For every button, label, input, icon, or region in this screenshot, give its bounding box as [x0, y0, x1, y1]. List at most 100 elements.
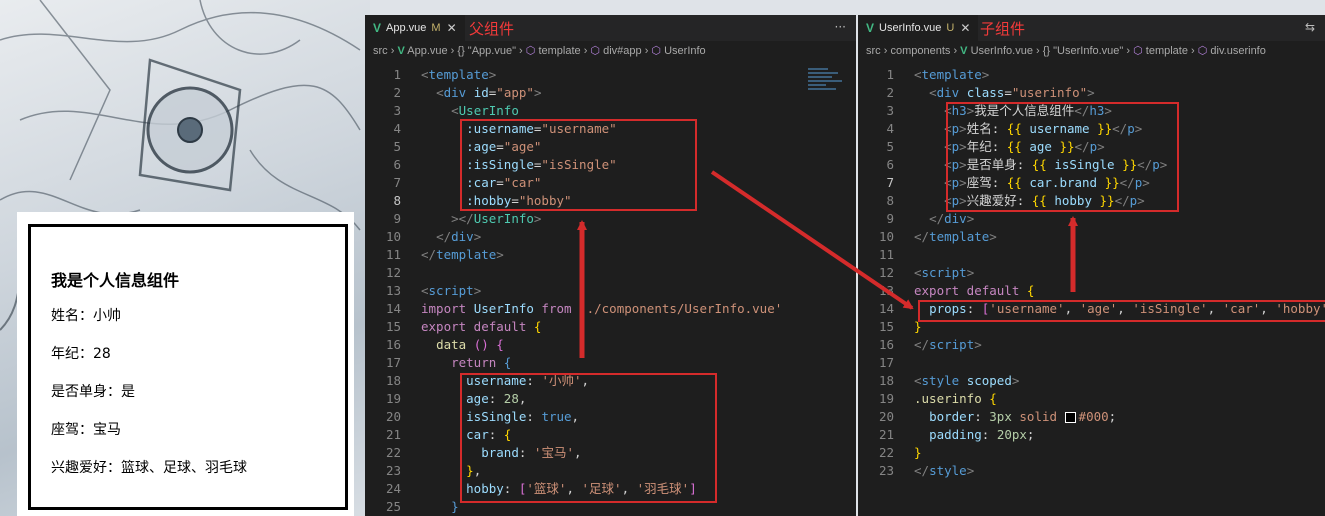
code-line[interactable]: 3 <h3>我是个人信息组件</h3> [858, 102, 1325, 120]
code-token: : [503, 481, 519, 496]
code-line[interactable]: 21 padding: 20px; [858, 426, 1325, 444]
breadcrumb-item[interactable]: src [866, 45, 881, 57]
code-token: < [914, 373, 922, 388]
code-line[interactable]: 4 <p>姓名: {{ username }}</p> [858, 120, 1325, 138]
breadcrumb-item[interactable]: App.vue [407, 45, 447, 57]
breadcrumb-item[interactable]: template [538, 45, 580, 57]
code-line[interactable]: 7 :car="car" [365, 174, 856, 192]
code-line[interactable]: 11 [858, 246, 1325, 264]
code-line[interactable]: 8 :hobby="hobby" [365, 192, 856, 210]
code-line[interactable]: 14 props: ['username', 'age', 'isSingle'… [858, 300, 1325, 318]
tab-label: UserInfo.vue [879, 22, 942, 34]
code-line[interactable]: 25 } [365, 498, 856, 516]
parent-component-annotation: 父组件 [469, 20, 515, 38]
code-line[interactable]: 6 :isSingle="isSingle" [365, 156, 856, 174]
code-token: </ [1112, 121, 1128, 136]
code-line[interactable]: 4 :username="username" [365, 120, 856, 138]
code-line[interactable]: 20 border: 3px solid #000; [858, 408, 1325, 426]
breadcrumb-item[interactable]: UserInfo [664, 45, 706, 57]
line-number: 9 [886, 211, 894, 226]
breadcrumb-item[interactable]: components [890, 45, 950, 57]
code-line[interactable]: 20 isSingle: true, [365, 408, 856, 426]
code-token: import [421, 301, 474, 316]
minimap[interactable] [808, 66, 848, 126]
breadcrumb-item[interactable]: {} "App.vue" [457, 45, 516, 57]
code-line[interactable]: 3 <UserInfo [365, 102, 856, 120]
line-number: 18 [878, 373, 894, 388]
code-line[interactable]: 9 </div> [858, 210, 1325, 228]
code-line[interactable]: 15} [858, 318, 1325, 336]
tab-userinfo-vue[interactable]: V UserInfo.vue U ✕ [858, 15, 979, 41]
code-line[interactable]: 15 export default { [365, 318, 856, 336]
code-line[interactable]: 12 [365, 264, 856, 282]
code-line[interactable]: 18 <style scoped> [858, 372, 1325, 390]
tab-app-vue[interactable]: V App.vue M ✕ [365, 15, 465, 41]
code-token: hobby [1054, 193, 1092, 208]
code-line[interactable]: 2 <div class="userinfo"> [858, 84, 1325, 102]
code-token: 年纪: [966, 139, 1007, 154]
code-token: : [526, 409, 542, 424]
code-line[interactable]: 23 </style> [858, 462, 1325, 480]
code-token: , [1207, 301, 1223, 316]
code-token: : [488, 391, 504, 406]
more-actions-icon[interactable]: ··· [835, 20, 846, 34]
code-line[interactable]: 22} [858, 444, 1325, 462]
breadcrumb-item[interactable]: div#app [603, 45, 642, 57]
breadcrumb-item[interactable]: {} "UserInfo.vue" [1043, 45, 1124, 57]
code-line[interactable]: 22 brand: '宝马', [365, 444, 856, 462]
code-token: > [1087, 85, 1095, 100]
code-token: = [1004, 85, 1012, 100]
code-line[interactable]: 7 <p>座驾: {{ car.brand }}</p> [858, 174, 1325, 192]
breadcrumb-item[interactable]: div.userinfo [1210, 45, 1265, 57]
code-line[interactable]: 6 <p>是否单身: {{ isSingle }}</p> [858, 156, 1325, 174]
code-line[interactable]: 17 [858, 354, 1325, 372]
code-line[interactable]: 19 .userinfo { [858, 390, 1325, 408]
code-line[interactable]: 16 </script> [858, 336, 1325, 354]
editor-pane-app-vue[interactable]: V App.vue M ✕ 父组件 ··· src › V App.vue › … [365, 15, 856, 516]
breadcrumb-item[interactable]: template [1146, 45, 1188, 57]
editor-pane-userinfo-vue[interactable]: V UserInfo.vue U ✕ 子组件 ⇆ src › component… [858, 15, 1325, 516]
code-line[interactable]: 10 </template> [858, 228, 1325, 246]
code-token: < [451, 103, 459, 118]
code-editor[interactable]: 1 <template> 2 <div id="app"> 3 <UserInfo 4 … [365, 66, 856, 516]
code-line[interactable]: 5 <p>年纪: {{ age }}</p> [858, 138, 1325, 156]
code-token: "car" [503, 175, 542, 190]
code-line[interactable]: 16 data () { [365, 336, 856, 354]
close-icon[interactable]: ✕ [960, 21, 970, 35]
code-line[interactable]: 24 hobby: ['篮球', '足球', '羽毛球'] [365, 480, 856, 498]
code-token: > [966, 265, 975, 280]
code-token: </ [1074, 139, 1090, 154]
breadcrumb-item[interactable]: src [373, 45, 388, 57]
code-line[interactable]: 11 </template> [365, 246, 856, 264]
line-number: 23 [878, 463, 894, 478]
code-line[interactable]: 17 return { [365, 354, 856, 372]
code-line[interactable]: 13 export default { [858, 282, 1325, 300]
code-line[interactable]: 21 car: { [365, 426, 856, 444]
preview-heading: 我是个人信息组件 [51, 271, 180, 290]
code-line[interactable]: 2 <div id="app"> [365, 84, 856, 102]
code-line[interactable]: 18 username: '小帅', [365, 372, 856, 390]
close-icon[interactable]: ✕ [447, 21, 457, 35]
split-editor-icon[interactable]: ⇆ [1305, 20, 1315, 34]
code-token: UserInfo [473, 301, 542, 316]
code-line[interactable]: 10 </div> [365, 228, 856, 246]
code-token: export default [421, 319, 534, 334]
code-line[interactable]: 8 <p>兴趣爱好: {{ hobby }}</p> [858, 192, 1325, 210]
line-number: 16 [385, 337, 401, 352]
code-editor[interactable]: 1 <template> 2 <div class="userinfo"> 3 <h3… [858, 66, 1325, 516]
code-token: p [1089, 139, 1098, 154]
code-token: > [981, 67, 990, 82]
code-line[interactable]: 1 <template> [365, 66, 856, 84]
code-line[interactable]: 13 <script> [365, 282, 856, 300]
line-number: 6 [886, 157, 894, 172]
code-line[interactable]: 12 <script> [858, 264, 1325, 282]
code-line[interactable]: 14 import UserInfo from './components/Use… [365, 300, 856, 318]
code-line[interactable]: 23 }, [365, 462, 856, 480]
breadcrumb-item[interactable]: UserInfo.vue [971, 45, 1033, 57]
code-line[interactable]: 19 age: 28, [365, 390, 856, 408]
code-line[interactable]: 1 <template> [858, 66, 1325, 84]
code-line[interactable]: 9 ></UserInfo> [365, 210, 856, 228]
code-line[interactable]: 5 :age="age" [365, 138, 856, 156]
